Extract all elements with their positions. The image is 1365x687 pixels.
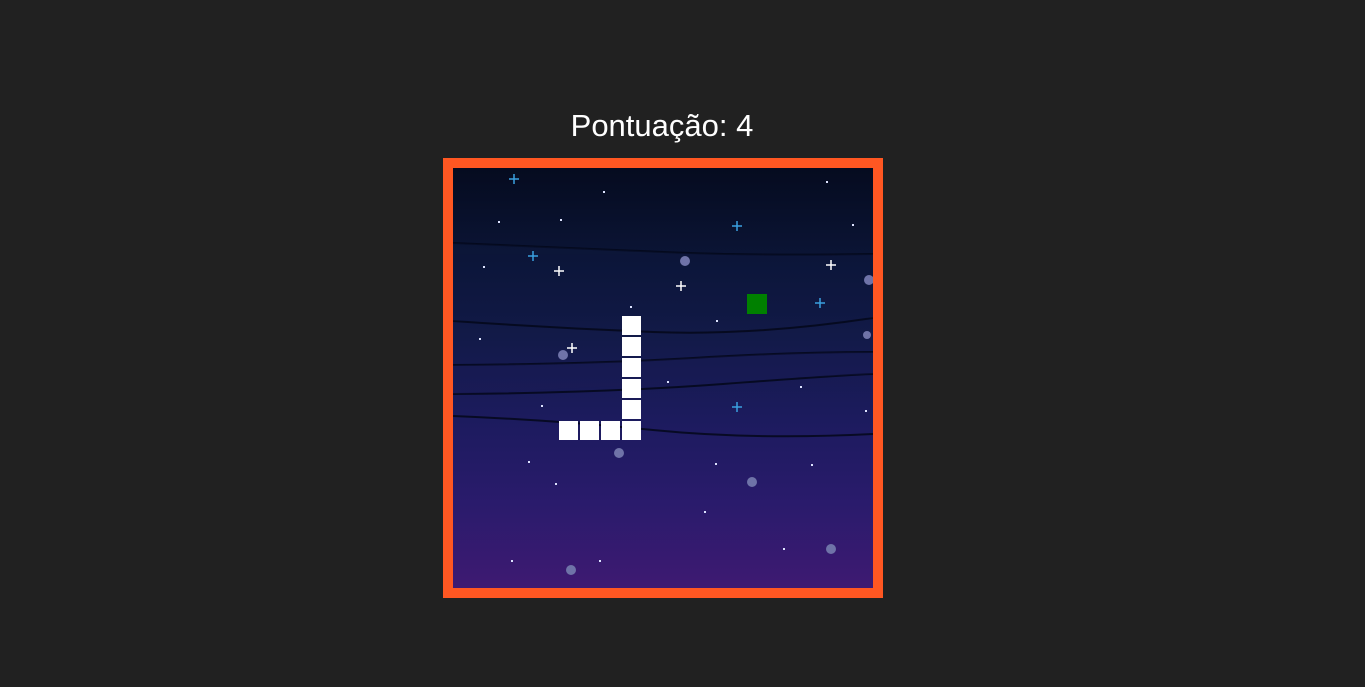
game-board[interactable]: [443, 158, 883, 598]
game-canvas[interactable]: [453, 168, 873, 588]
score-label: Pontuação: 4: [570, 108, 754, 143]
snake-head: [622, 316, 641, 335]
snake-segment: [580, 421, 599, 440]
snake-segment: [601, 421, 620, 440]
night-sky-background: [453, 168, 873, 588]
snake-segment: [622, 337, 641, 356]
snake-segment: [559, 421, 578, 440]
snake-segment: [622, 358, 641, 377]
food-item: [747, 294, 767, 314]
snake-segment: [622, 421, 641, 440]
snake-segment: [622, 379, 641, 398]
snake-segment: [622, 400, 641, 419]
